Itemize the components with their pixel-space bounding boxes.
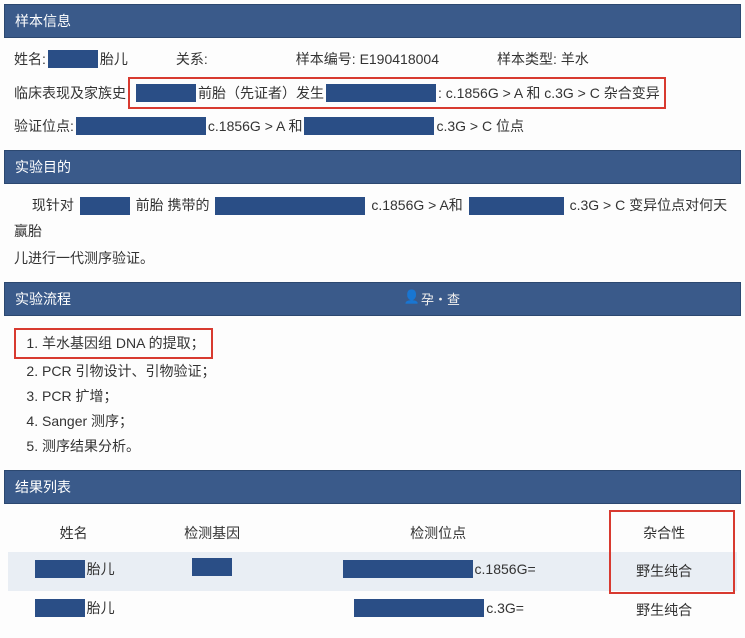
- redacted-block: [80, 197, 130, 215]
- section-header-purpose: 实验目的: [4, 150, 741, 184]
- sample-no-value: E190418004: [360, 46, 439, 73]
- row-name-suffix: 胎儿: [87, 556, 115, 583]
- results-table: 姓名 检测基因 检测位点 杂合性 胎儿 c.1856G= 野生纯合 胎儿 c.3…: [8, 514, 737, 630]
- procedure-item-2: PCR 引物设计、引物验证；: [42, 359, 731, 384]
- procedure-item-3: PCR 扩增；: [42, 384, 731, 409]
- section-title: 实验流程: [15, 291, 71, 307]
- col-gene: 检测基因: [139, 514, 285, 553]
- procedure-item-text: PCR 扩增；: [42, 388, 117, 404]
- redacted-block: [354, 599, 484, 617]
- verify-label: 验证位点:: [14, 113, 74, 140]
- watermark-icon: 👤: [404, 289, 420, 305]
- redacted-block: [343, 560, 473, 578]
- procedure-item-text: PCR 引物设计、引物验证；: [42, 363, 215, 379]
- procedure-item-text: 测序结果分析。: [42, 438, 140, 454]
- row-site-suffix: c.1856G=: [475, 556, 536, 583]
- section-title: 结果列表: [15, 479, 71, 495]
- procedure-list: 羊水基因组 DNA 的提取； PCR 引物设计、引物验证； PCR 扩增； Sa…: [14, 328, 731, 460]
- relation-label: 关系:: [176, 46, 208, 73]
- redacted-block: [215, 197, 365, 215]
- redacted-block: [304, 117, 434, 135]
- procedure-item-text: 羊水基因组 DNA 的提取；: [42, 335, 205, 351]
- name-suffix: 胎儿: [100, 46, 128, 73]
- sample-info-row1: 姓名: 胎儿 关系: 样本编号: E190418004 样本类型: 羊水: [14, 46, 731, 73]
- col-site: 检测位点: [285, 514, 591, 553]
- col-zygosity: 杂合性: [591, 514, 737, 553]
- sample-type-label: 样本类型:: [497, 46, 557, 73]
- clinical-highlight-box: 前胎（先证者）发生 : c.1856G > A 和 c.3G > C 杂合变异: [128, 77, 666, 110]
- section-body-results: 姓名 检测基因 检测位点 杂合性 胎儿 c.1856G= 野生纯合 胎儿 c.3…: [4, 504, 741, 634]
- redacted-block: [469, 197, 564, 215]
- row-name-suffix: 胎儿: [87, 595, 115, 622]
- section-header-procedure: 实验流程 👤 孕・查: [4, 282, 741, 316]
- redacted-block: [192, 558, 232, 576]
- table-row: 胎儿 c.1856G= 野生纯合: [8, 552, 737, 591]
- procedure-item-1: 羊水基因组 DNA 的提取；: [42, 328, 731, 359]
- redacted-block: [35, 599, 85, 617]
- procedure-item-5: 测序结果分析。: [42, 434, 731, 459]
- section-header-sample-info: 样本信息: [4, 4, 741, 38]
- sample-info-row2: 临床表现及家族史 前胎（先证者）发生 : c.1856G > A 和 c.3G …: [14, 77, 731, 110]
- clinical-pretext: 前胎（先证者）发生: [198, 80, 324, 107]
- purpose-pre: 现针对: [32, 197, 74, 213]
- redacted-block: [326, 84, 436, 102]
- clinical-mid: : c.1856G > A 和 c.3G > C 杂合变异: [438, 80, 660, 107]
- row-site-suffix: c.3G=: [486, 595, 524, 622]
- col-name: 姓名: [8, 514, 139, 553]
- verify-mid1: c.1856G > A 和: [208, 113, 303, 140]
- procedure-item-text: Sanger 测序；: [42, 413, 133, 429]
- clinical-label: 临床表现及家族史: [14, 80, 126, 107]
- redacted-block: [48, 50, 98, 68]
- redacted-block: [76, 117, 206, 135]
- purpose-tail: 儿进行一代测序验证。: [14, 250, 154, 266]
- watermark-text: 孕・查: [421, 289, 460, 308]
- sample-no-label: 样本编号:: [296, 46, 356, 73]
- redacted-block: [136, 84, 196, 102]
- table-row: 胎儿 c.3G= 野生纯合: [8, 591, 737, 630]
- sample-type-value: 羊水: [561, 46, 589, 73]
- section-title: 样本信息: [15, 13, 71, 29]
- verify-mid2: c.3G > C 位点: [436, 113, 524, 140]
- section-title: 实验目的: [15, 159, 71, 175]
- section-header-results: 结果列表: [4, 470, 741, 504]
- procedure-item-4: Sanger 测序；: [42, 409, 731, 434]
- section-body-procedure: 羊水基因组 DNA 的提取； PCR 引物设计、引物验证； PCR 扩增； Sa…: [4, 316, 741, 470]
- purpose-mid2: c.1856G > A和: [371, 197, 462, 213]
- name-label: 姓名:: [14, 46, 46, 73]
- table-header-row: 姓名 检测基因 检测位点 杂合性: [8, 514, 737, 553]
- purpose-mid1: 前胎 携带的: [136, 197, 210, 213]
- sample-info-row3: 验证位点: c.1856G > A 和 c.3G > C 位点: [14, 113, 731, 140]
- redacted-block: [35, 560, 85, 578]
- row-zygosity: 野生纯合: [636, 602, 692, 618]
- section-body-purpose: 现针对 前胎 携带的 c.1856G > A和 c.3G > C 变异位点对何天…: [4, 184, 741, 282]
- section-body-sample-info: 姓名: 胎儿 关系: 样本编号: E190418004 样本类型: 羊水 临床表…: [4, 38, 741, 150]
